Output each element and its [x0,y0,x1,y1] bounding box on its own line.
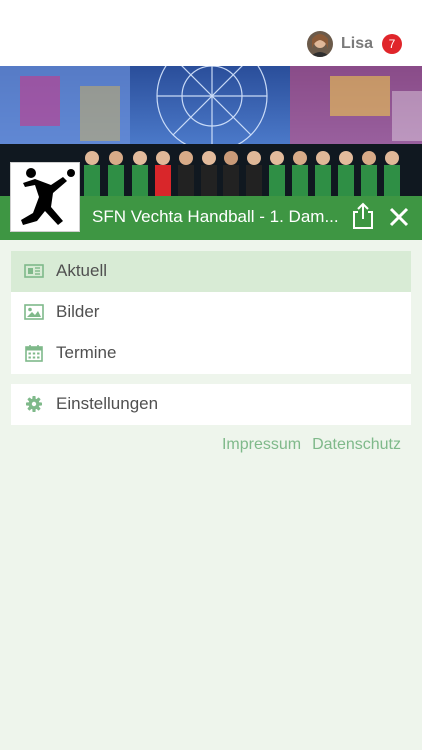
user-profile[interactable]: Lisa 7 [306,30,402,58]
team-logo [10,162,80,232]
menu-label: Termine [56,343,117,362]
top-bar: Lisa 7 [0,0,422,66]
menu-label: Bilder [56,302,100,321]
share-button[interactable] [350,202,376,230]
handball-player-icon [21,168,75,225]
main-menu: Aktuell Bilder Termine [11,251,411,374]
menu-item-einstellungen[interactable]: Einstellungen [11,384,411,425]
avatar[interactable] [306,31,333,57]
menu-item-termine[interactable]: Termine [11,333,411,374]
footer-links: Impressum Datenschutz [222,436,401,454]
close-icon [389,207,409,227]
username[interactable]: Lisa [341,35,373,53]
share-icon [353,202,373,229]
datenschutz-link[interactable]: Datenschutz [312,436,401,454]
team-title: SFN Vechta Handball - 1. Dam... [92,207,339,226]
menu-item-bilder[interactable]: Bilder [11,292,411,333]
newspaper-icon [24,262,44,280]
impressum-link[interactable]: Impressum [222,436,301,454]
menu-item-aktuell[interactable]: Aktuell [11,251,411,292]
menu-label: Aktuell [56,261,108,280]
image-icon [24,303,44,321]
calendar-icon [24,344,44,362]
settings-menu: Einstellungen [11,384,411,425]
notification-badge[interactable]: 7 [382,34,402,54]
close-button[interactable] [388,206,410,228]
gear-icon [24,395,44,413]
menu-label: Einstellungen [56,394,159,413]
